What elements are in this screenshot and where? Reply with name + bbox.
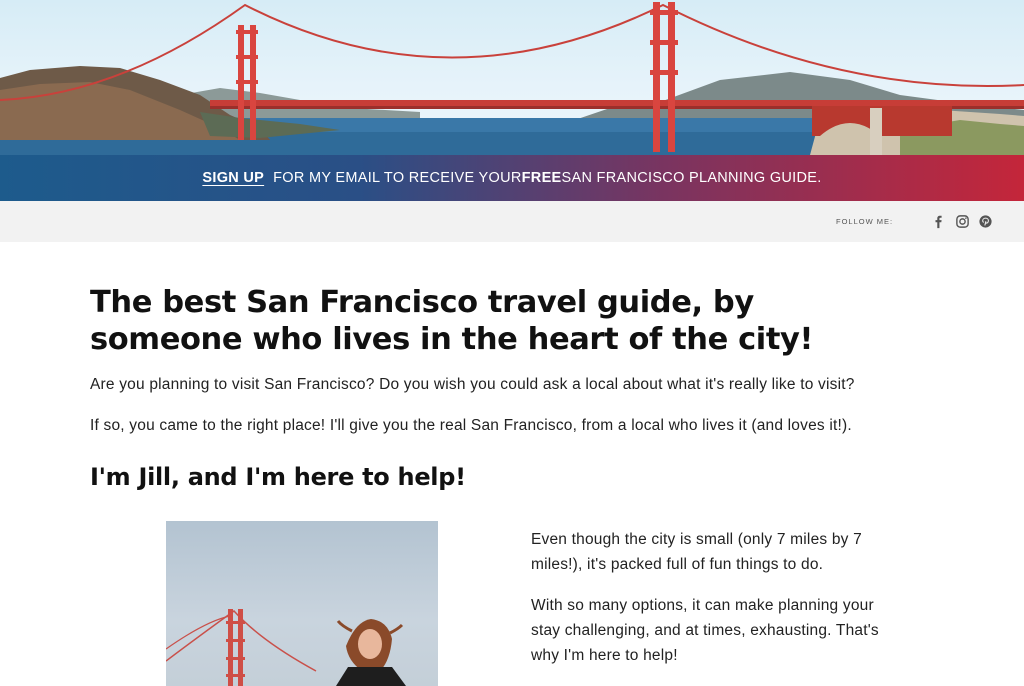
intro-paragraph-1: Are you planning to visit San Francisco?…	[90, 376, 855, 393]
side-paragraph-1: Even though the city is small (only 7 mi…	[531, 531, 862, 573]
social-strip: FOLLOW ME:	[0, 201, 1024, 242]
sign-up-link[interactable]: SIGN UP	[202, 170, 264, 186]
follow-me-label: FOLLOW ME:	[836, 217, 894, 226]
pinterest-icon[interactable]	[978, 214, 993, 229]
instagram-icon[interactable]	[955, 214, 970, 229]
page-title: The best San Francisco travel guide, by …	[90, 285, 814, 357]
golden-gate-bridge-image	[0, 2, 1024, 155]
side-paragraph-2: With so many options, it can make planni…	[531, 597, 879, 664]
hero-banner	[0, 0, 1024, 155]
signup-text-after: SAN FRANCISCO PLANNING GUIDE.	[561, 170, 822, 186]
intro-side-text: Even though the city is small (only 7 mi…	[531, 527, 901, 684]
signup-banner: SIGN UP FOR MY EMAIL TO RECEIVE YOUR FRE…	[0, 155, 1024, 201]
intro-paragraph-2: If so, you came to the right place! I'll…	[90, 417, 852, 434]
main-content: The best San Francisco travel guide, by …	[90, 284, 910, 491]
signup-text-before: FOR MY EMAIL TO RECEIVE YOUR	[273, 170, 522, 186]
signup-free-text: FREE	[521, 170, 562, 186]
facebook-icon[interactable]	[931, 214, 946, 229]
section-heading: I'm Jill, and I'm here to help!	[90, 463, 466, 491]
jill-photo	[166, 521, 438, 686]
